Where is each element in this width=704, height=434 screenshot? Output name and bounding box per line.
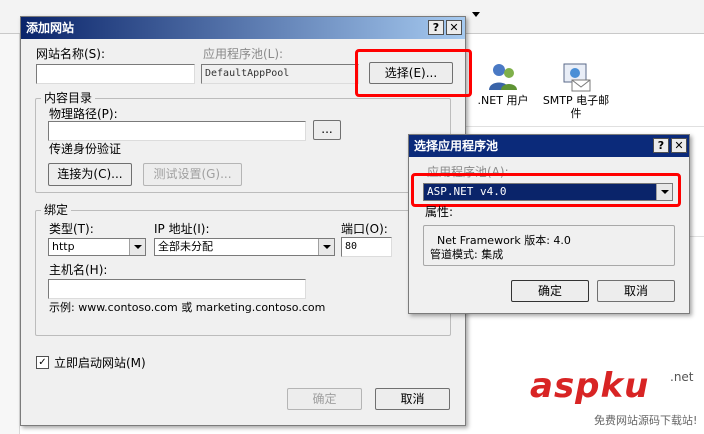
content-directory-title: 内容目录 xyxy=(41,91,96,105)
start-site-label: 立即启动网站(M) xyxy=(54,356,146,370)
watermark-tagline: 免费网站源码下载站! xyxy=(594,414,698,427)
users-icon xyxy=(489,64,517,90)
site-name-input[interactable] xyxy=(36,64,195,84)
pool-help-button[interactable]: ? xyxy=(653,138,669,153)
watermark-domain: .net xyxy=(670,370,694,384)
help-button[interactable]: ? xyxy=(428,20,444,35)
pool-close-button[interactable]: ✕ xyxy=(671,138,687,153)
properties-box: Net Framework 版本: 4.0 管道模式: 集成 xyxy=(423,225,675,266)
email-icon xyxy=(563,63,591,92)
ip-address-value: 全部未分配 xyxy=(158,240,213,253)
close-button[interactable]: ✕ xyxy=(446,20,462,35)
start-site-checkbox[interactable]: ✓ xyxy=(36,356,49,369)
hostname-input[interactable] xyxy=(48,279,306,299)
type-select-value: http xyxy=(52,240,75,253)
select-app-pool-dialog: 选择应用程序池 ? ✕ 应用程序池(A): ASP.NET v4.0 属性: N… xyxy=(408,134,690,314)
pool-dialog-titlebar: 选择应用程序池 xyxy=(409,135,689,157)
app-pool-label: 应用程序池(L): xyxy=(203,47,284,61)
background-tree-strip xyxy=(0,34,20,434)
pool-ok-button[interactable]: 确定 xyxy=(511,280,589,302)
add-website-titlebar: 添加网站 xyxy=(21,17,465,39)
site-name-label: 网站名称(S): xyxy=(36,47,106,61)
chevron-down-icon[interactable] xyxy=(129,239,145,255)
port-label: 端口(O): xyxy=(341,222,388,236)
app-pool-field: DefaultAppPool xyxy=(201,64,359,84)
test-settings-button[interactable]: 测试设置(G)... xyxy=(143,163,242,186)
type-select[interactable]: http xyxy=(48,238,146,256)
smtp-email-label: SMTP 电子邮件 xyxy=(542,94,610,120)
pass-auth-label: 传递身份验证 xyxy=(49,142,122,156)
physical-path-label: 物理路径(P): xyxy=(49,107,118,121)
watermark-brand: aspku xyxy=(530,366,650,406)
ok-button[interactable]: 确定 xyxy=(287,388,362,410)
connect-as-button[interactable]: 连接为(C)... xyxy=(48,163,132,186)
ip-address-select[interactable]: 全部未分配 xyxy=(154,238,335,256)
browse-button[interactable]: ... xyxy=(313,120,341,140)
properties-label: 属性: xyxy=(425,205,454,219)
port-input[interactable]: 80 xyxy=(341,237,392,257)
framework-version: Net Framework 版本: 4.0 xyxy=(437,234,571,247)
select-button-highlight xyxy=(355,49,472,97)
add-website-dialog: 添加网站 ? ✕ 网站名称(S): 应用程序池(L): DefaultAppPo… xyxy=(20,16,472,426)
pool-select-highlight xyxy=(411,173,681,207)
smtp-email-feature[interactable]: SMTP 电子邮件 xyxy=(538,60,614,120)
net-users-feature[interactable]: .NET 用户 xyxy=(470,60,536,107)
type-label: 类型(T): xyxy=(49,222,94,236)
ip-address-label: IP 地址(I): xyxy=(154,222,210,236)
pool-dialog-title: 选择应用程序池 xyxy=(414,139,499,153)
dialog-title: 添加网站 xyxy=(26,21,75,35)
binding-title: 绑定 xyxy=(41,203,72,217)
physical-path-input[interactable] xyxy=(48,121,306,141)
pool-cancel-button[interactable]: 取消 xyxy=(597,280,675,302)
hostname-label: 主机名(H): xyxy=(49,263,108,277)
net-users-label: .NET 用户 xyxy=(477,94,529,107)
pipeline-mode: 管道模式: 集成 xyxy=(430,248,504,261)
hostname-example: 示例: www.contoso.com 或 marketing.contoso.… xyxy=(49,301,326,314)
toolbar-dropdown-icon[interactable] xyxy=(472,12,480,17)
cancel-button[interactable]: 取消 xyxy=(375,388,450,410)
chevron-down-icon[interactable] xyxy=(318,239,334,255)
